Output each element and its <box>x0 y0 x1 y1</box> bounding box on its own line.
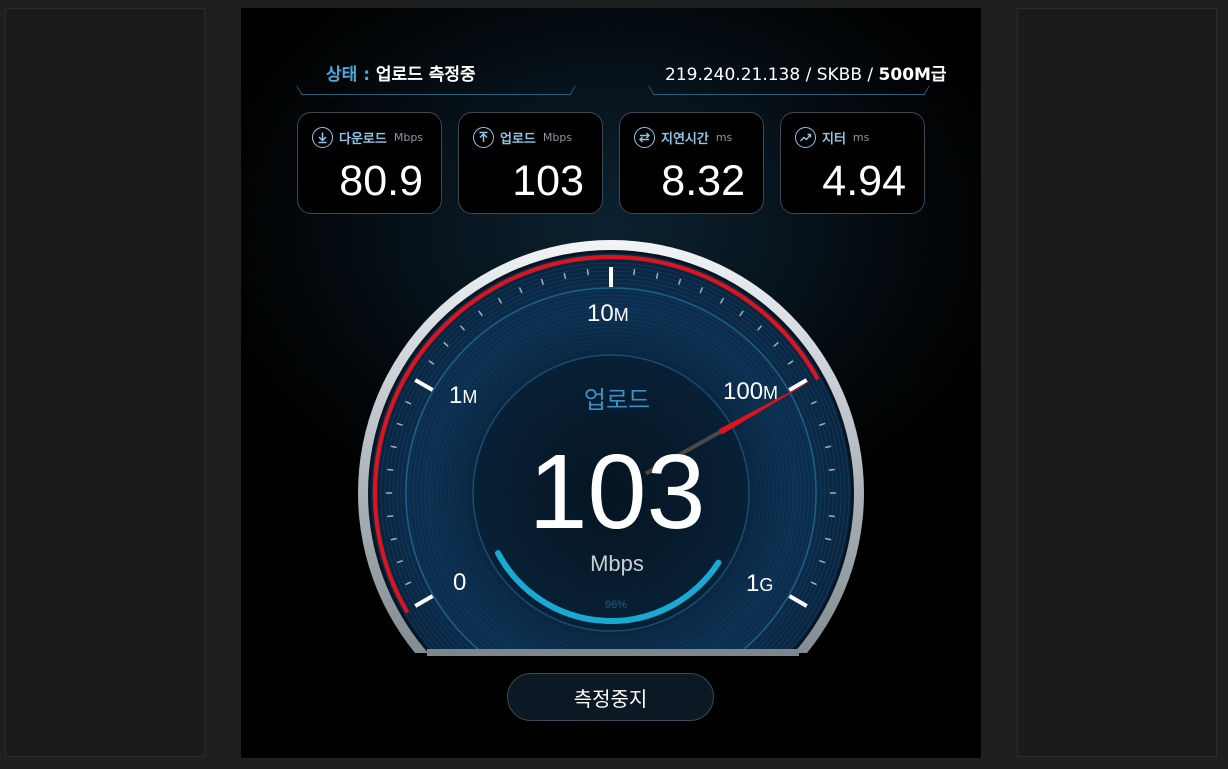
speed-gauge: 0 1M 10M 100M 1G 업로드 103 Mbps 96% <box>241 8 981 758</box>
left-side-panel <box>5 8 205 757</box>
right-side-panel <box>1017 8 1217 757</box>
speed-gauge-svg: 0 1M 10M 100M 1G 업로드 103 Mbps 96% <box>358 240 864 656</box>
scale-label-10m: 10M <box>587 300 629 327</box>
stop-measurement-button[interactable]: 측정중지 <box>507 673 714 721</box>
minor-tick <box>828 515 835 518</box>
scale-label-1g: 1G <box>746 570 773 597</box>
gauge-base <box>427 649 799 656</box>
scale-label-100m: 100M <box>723 378 778 405</box>
minor-tick <box>633 269 636 276</box>
scale-label-1m: 1M <box>449 382 477 409</box>
gauge-speed-value: 103 <box>529 433 706 551</box>
gauge-mode-label: 업로드 <box>584 386 650 414</box>
speed-test-panel: 상태 : 업로드 측정중 219.240.21.138 / SKBB / 500… <box>241 8 981 758</box>
minor-tick <box>828 468 835 471</box>
scale-label-0: 0 <box>453 569 466 596</box>
minor-tick <box>387 515 394 518</box>
minor-tick <box>387 468 394 471</box>
gauge-speed-unit: Mbps <box>590 551 644 576</box>
minor-tick <box>586 269 589 276</box>
progress-percent: 96% <box>605 599 627 611</box>
